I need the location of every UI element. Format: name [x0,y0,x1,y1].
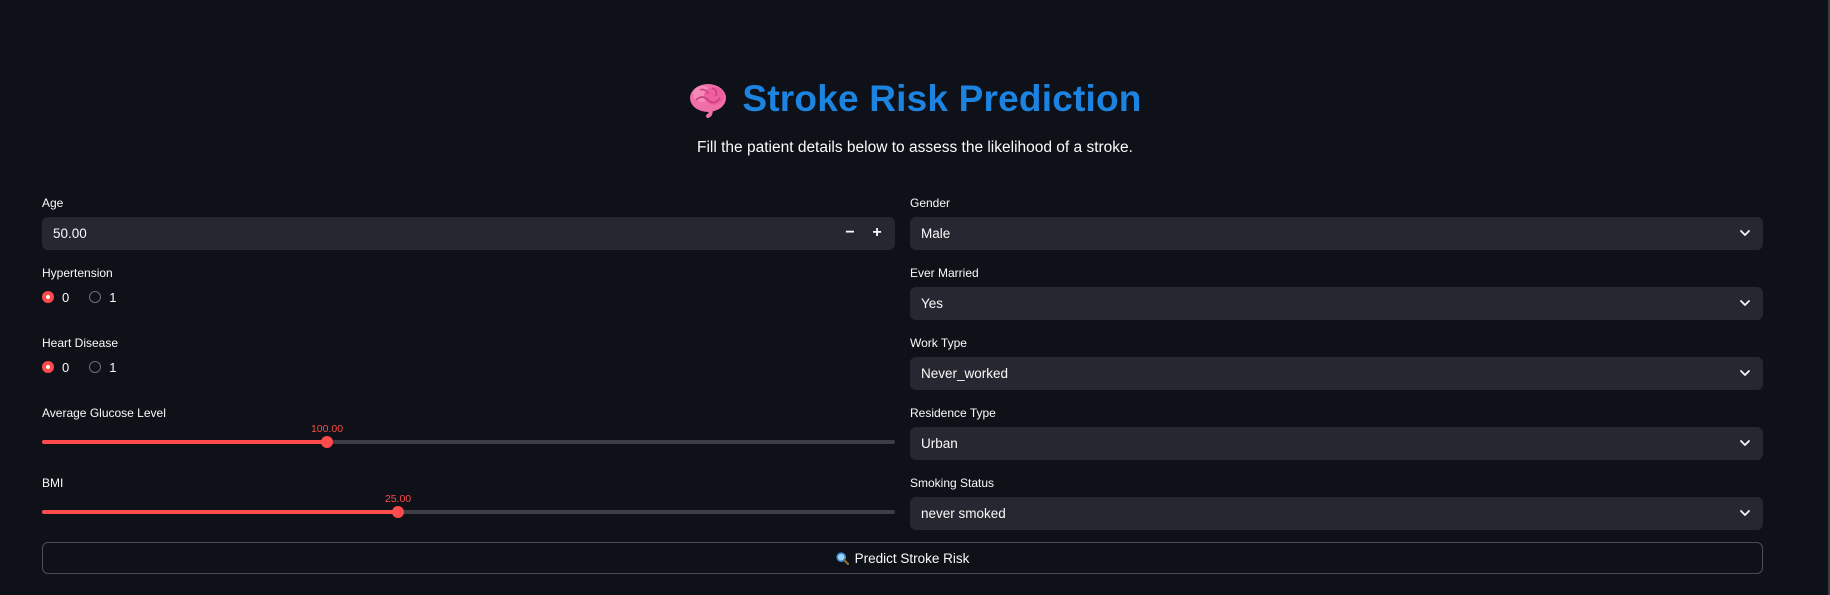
heart-disease-radio-group: 0 1 [42,357,136,377]
residence-type-value: Urban [921,436,958,451]
bmi-slider-value: 25.00 [384,493,412,505]
gender-select[interactable]: Male [910,217,1763,250]
radio-unselected-icon[interactable] [89,361,102,373]
age-label: Age [42,196,64,210]
smoking-status-select[interactable]: never smoked [910,497,1763,530]
header: Stroke Risk Prediction [0,78,1830,120]
glucose-label: Average Glucose Level [42,406,166,420]
heart-disease-option-0[interactable]: 0 [42,360,69,375]
hypertension-option-1[interactable]: 1 [89,290,116,305]
page-title: Stroke Risk Prediction [742,78,1142,119]
heart-disease-option-1[interactable]: 1 [89,360,116,375]
work-type-field: Work Type Never_worked [910,335,1763,390]
radio-option-label: 1 [109,289,117,305]
work-type-select[interactable]: Never_worked [910,357,1763,390]
ever-married-field: Ever Married Yes [910,265,1763,320]
radio-option-label: 0 [62,359,70,375]
gender-value: Male [921,226,951,241]
ever-married-value: Yes [921,296,944,311]
glucose-slider-track[interactable] [42,436,895,448]
heart-disease-label: Heart Disease [42,336,119,350]
radio-selected-icon[interactable] [42,291,54,303]
hypertension-field: Hypertension 0 1 [42,265,895,305]
hypertension-radio-group: 0 1 [42,287,136,307]
app-page: Stroke Risk Prediction Fill the patient … [0,0,1830,595]
glucose-slider-value: 100.00 [310,423,344,435]
smoking-status-label: Smoking Status [910,476,995,490]
magnifier-icon [835,551,849,565]
radio-option-label: 1 [109,359,117,375]
hypertension-label: Hypertension [42,266,113,280]
glucose-slider-fill [42,440,327,444]
page-subtitle: Fill the patient details below to assess… [697,139,1133,156]
glucose-slider-thumb[interactable] [321,436,333,448]
brain-icon [690,84,727,118]
chevron-down-icon[interactable] [1739,297,1751,309]
residence-type-label: Residence Type [910,406,996,420]
ever-married-label: Ever Married [910,266,979,280]
bmi-field: BMI 25.00 [42,475,895,518]
age-decrement-button[interactable]: − [837,217,863,250]
smoking-status-value: never smoked [921,506,1006,521]
chevron-down-icon[interactable] [1739,367,1751,379]
work-type-label: Work Type [910,336,967,350]
chevron-down-icon[interactable] [1739,437,1751,449]
work-type-value: Never_worked [921,366,1009,381]
residence-type-select[interactable]: Urban [910,427,1763,460]
age-increment-button[interactable]: + [864,217,890,250]
bmi-label: BMI [42,476,64,490]
ever-married-select[interactable]: Yes [910,287,1763,320]
age-number-input[interactable]: 50.00 − + [42,217,895,250]
bmi-slider-track[interactable] [42,506,895,518]
chevron-down-icon[interactable] [1739,227,1751,239]
radio-selected-icon[interactable] [42,361,54,373]
residence-type-field: Residence Type Urban [910,405,1763,460]
bmi-slider-thumb[interactable] [392,506,404,518]
heart-disease-field: Heart Disease 0 1 [42,335,895,375]
smoking-status-field: Smoking Status never smoked [910,475,1763,530]
gender-label: Gender [910,196,951,210]
glucose-field: Average Glucose Level 100.00 [42,405,895,448]
chevron-down-icon[interactable] [1739,507,1751,519]
age-value[interactable]: 50.00 [53,217,87,250]
age-field: Age 50.00 − + [42,195,895,250]
predict-button[interactable]: Predict Stroke Risk [42,542,1763,574]
radio-option-label: 0 [62,289,70,305]
predict-button-label: Predict Stroke Risk [854,550,970,566]
bmi-slider-fill [42,510,398,514]
hypertension-option-0[interactable]: 0 [42,290,69,305]
radio-unselected-icon[interactable] [89,291,102,303]
gender-field: Gender Male [910,195,1763,250]
